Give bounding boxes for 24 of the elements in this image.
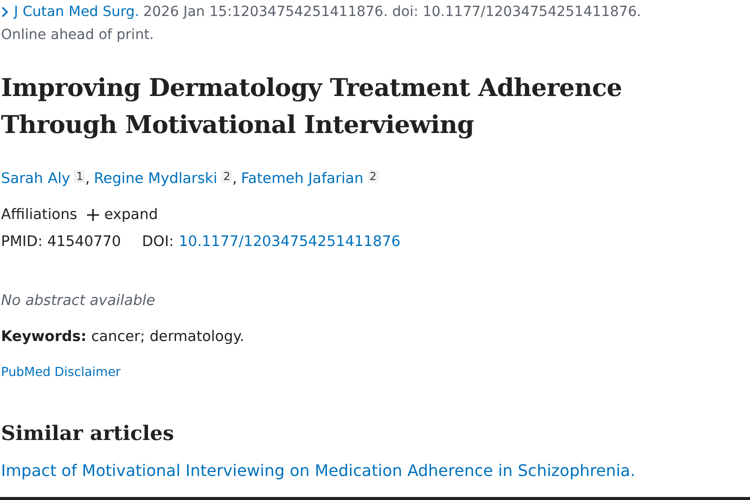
article-link[interactable]: Impact of Motivational Interviewing on Medication Adherence in Schizophrenia. [1, 461, 636, 480]
comma-separator: , [232, 171, 237, 187]
expand-toggle[interactable]: expand [87, 207, 158, 223]
chevron-right-icon [1, 6, 9, 18]
affiliation-number[interactable]: 2 [368, 170, 379, 183]
plus-icon [87, 209, 100, 221]
pmid-label: PMID: 41540770 [1, 234, 121, 250]
keywords-text: Keywords: cancer; dermatology. [1, 329, 244, 345]
author-link[interactable]: Fatemeh Jafarian [240, 171, 364, 187]
affiliations-label: Affiliations [1, 207, 78, 223]
abstract-note: No abstract available [1, 293, 156, 309]
section-heading: Similar articles [1, 421, 174, 445]
article-title: Improving Dermatology Treatment Adherence Through Motivational Interviewing [1, 72, 623, 141]
doi-label: DOI: [142, 234, 174, 250]
author-link[interactable]: Sarah Aly [1, 171, 70, 187]
publication-status: Online ahead of print. [1, 27, 154, 43]
author-link[interactable]: Regine Mydlarski [94, 171, 218, 187]
disclaimer-link[interactable]: PubMed Disclaimer [1, 364, 121, 379]
journal-link[interactable]: J Cutan Med Surg. [1, 4, 140, 20]
comma-separator: , [85, 171, 90, 187]
citation-details: 2026 Jan 15:12034754251411876. doi: 10.1177/12034754251411876. [143, 4, 642, 20]
doi-link[interactable]: 10.1177/12034754251411876 [178, 234, 400, 250]
affiliation-number[interactable]: 1 [74, 170, 86, 183]
affiliation-number[interactable]: 2 [221, 170, 232, 183]
